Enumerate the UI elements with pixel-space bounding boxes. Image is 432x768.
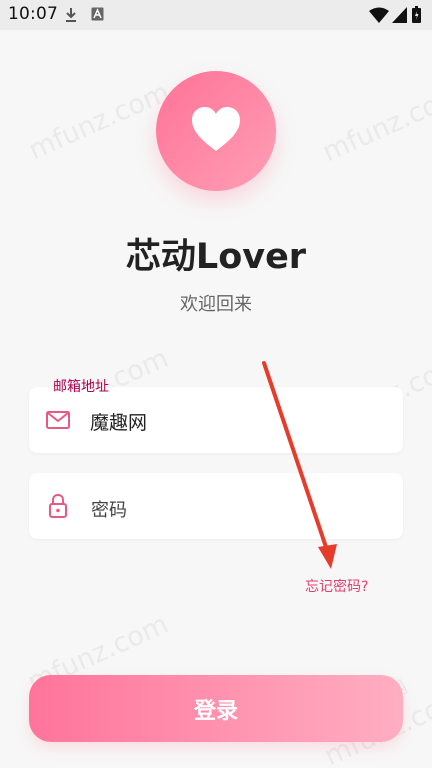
password-placeholder[interactable]: 密码 (91, 496, 127, 522)
login-button[interactable]: 登录 (29, 675, 403, 742)
status-time: 10:07 (8, 4, 58, 24)
welcome-subtitle: 欢迎回来 (180, 294, 252, 315)
email-value[interactable]: 魔趣网 (90, 408, 147, 435)
signal-icon (392, 7, 407, 23)
battery-icon (412, 6, 421, 23)
wifi-icon (369, 7, 389, 23)
app-title: 芯动Lover (125, 237, 307, 277)
watermark: mfunz.com (24, 76, 175, 167)
app-logo (156, 71, 276, 191)
login-screen: 10:07 mfunz.com mfunz.com mfunz.com mfun… (0, 0, 432, 768)
email-label: 邮箱地址 (53, 379, 109, 395)
forgot-password-link[interactable]: 忘记密码? (305, 576, 368, 596)
download-icon (66, 8, 76, 22)
mail-icon (46, 411, 70, 429)
watermark: mfunz.com (318, 78, 432, 169)
a-icon (91, 7, 104, 21)
annotation-arrow (262, 361, 337, 569)
email-field[interactable]: 魔趣网 (29, 387, 403, 453)
status-bar: 10:07 (0, 0, 432, 30)
password-field[interactable]: 密码 (29, 473, 403, 539)
heart-icon (192, 107, 240, 151)
lock-icon (49, 493, 67, 518)
